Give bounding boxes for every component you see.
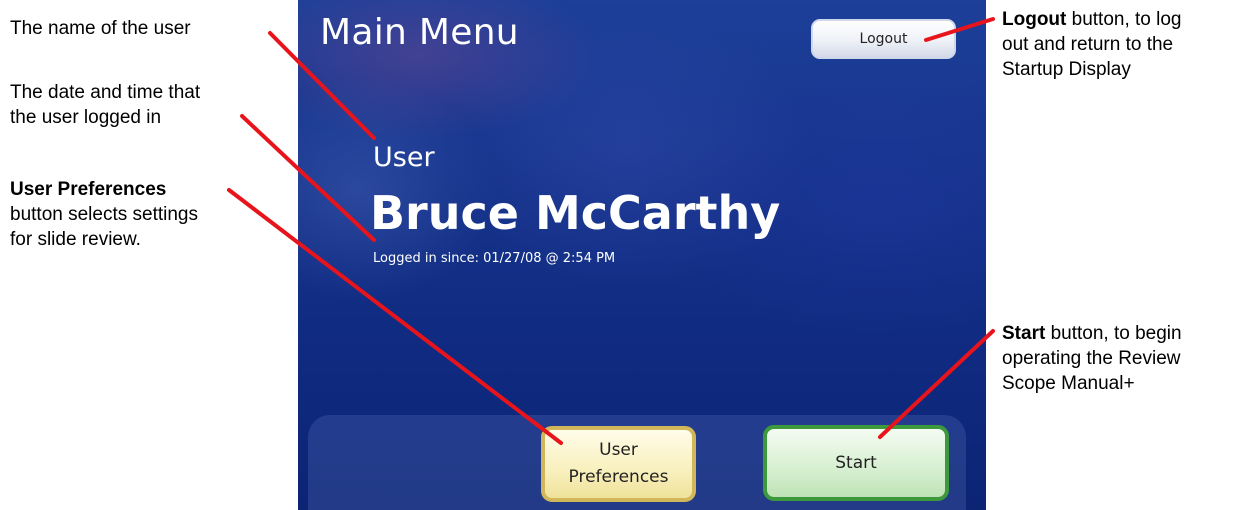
leader-line-start xyxy=(878,329,995,439)
leader-line-login-time xyxy=(240,114,376,242)
leader-line-logout xyxy=(924,17,995,42)
leader-lines xyxy=(227,17,995,445)
leader-line-user-name xyxy=(268,31,376,140)
leader-line-user-preferences xyxy=(227,188,563,445)
